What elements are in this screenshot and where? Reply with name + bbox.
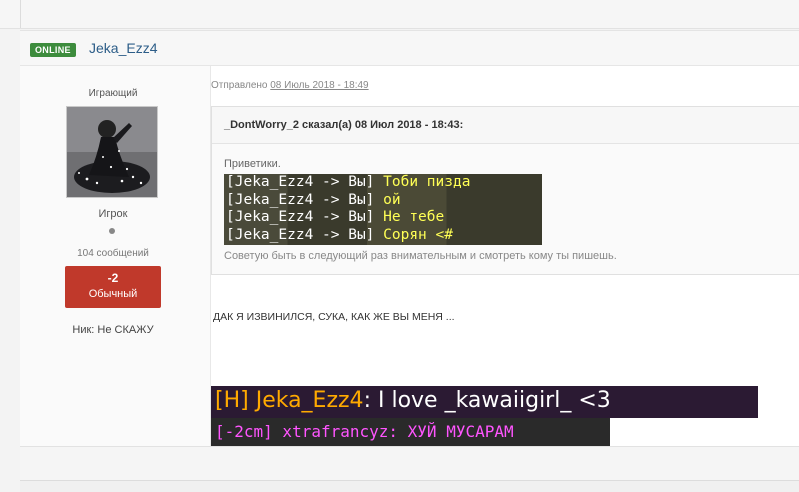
post-header: ONLINE Jeka_Ezz4 bbox=[20, 31, 799, 66]
avatar-figure-icon bbox=[67, 107, 157, 197]
divider bbox=[20, 0, 21, 28]
user-group: Игрок bbox=[98, 208, 128, 220]
quote-header: _DontWorry_2 сказал(а) 08 Июл 2018 - 18:… bbox=[212, 107, 799, 144]
chat-prefix: [Jeka_Ezz4 -> Вы] bbox=[226, 174, 375, 190]
posted-meta: Отправлено 08 Июль 2018 - 18:49 bbox=[211, 80, 369, 91]
reputation-badge: -2 Обычный bbox=[65, 266, 161, 308]
posted-date[interactable]: 08 Июль 2018 - 18:49 bbox=[270, 80, 368, 91]
user-title: Играющий bbox=[88, 88, 138, 99]
chat-message: Тоби пизда bbox=[383, 174, 471, 190]
chat-message: ой bbox=[383, 191, 401, 208]
next-post-edge bbox=[20, 480, 799, 492]
minecraft-chat-image: [Jeka_Ezz4 -> Вы] Тоби пизда [Jeka_Ezz4 … bbox=[224, 174, 542, 245]
chat-message: I love _kawaiigirl_ <3 bbox=[377, 388, 611, 413]
nick-label: Ник: bbox=[72, 324, 95, 336]
chat-message: Сорян <# bbox=[383, 226, 453, 243]
chat-prefix: [H] Jeka_Ezz4 bbox=[215, 388, 364, 413]
reputation-label: Обычный bbox=[88, 288, 138, 300]
chat-prefix: [Jeka_Ezz4 -> Вы] bbox=[226, 191, 375, 208]
post-body-text: ДАК Я ИЗВИНИЛСЯ, СУКА, КАК ЖЕ ВЫ МЕНЯ ..… bbox=[213, 311, 455, 323]
top-bar bbox=[0, 0, 799, 29]
quote-footer: Советую быть в следующий раз внимательны… bbox=[224, 250, 617, 262]
avatar[interactable] bbox=[66, 106, 158, 198]
forum-post: ONLINE Jeka_Ezz4 Играющий Игрок 104 сооб… bbox=[20, 30, 799, 446]
status-dot-icon bbox=[109, 228, 115, 234]
posts-count: 104 сообщений bbox=[77, 248, 149, 259]
chat-message: Не тебе bbox=[383, 209, 445, 225]
online-badge: ONLINE bbox=[30, 43, 76, 57]
minecraft-chat-image-3: [-2cm] xtrafrancyz: ХУЙ МУСАРАМ bbox=[211, 418, 610, 446]
chat-line: [Jeka_Ezz4 -> Вы] ой bbox=[226, 192, 401, 209]
chat-line: [Jeka_Ezz4 -> Вы] Тоби пизда bbox=[226, 174, 470, 191]
nick-info: Ник: Не СКАЖУ bbox=[20, 324, 206, 336]
minecraft-chat-image-2: [H] Jeka_Ezz4: I love _kawaiigirl_ <3 bbox=[211, 386, 758, 418]
nick-value: Не СКАЖУ bbox=[97, 324, 154, 336]
user-info-panel: Играющий Игрок 104 сообщений -2 Обычный bbox=[20, 66, 206, 446]
chat-prefix: [Jeka_Ezz4 -> Вы] bbox=[226, 209, 375, 225]
quote-block: _DontWorry_2 сказал(а) 08 Июл 2018 - 18:… bbox=[211, 106, 799, 275]
quote-greeting: Приветики. bbox=[224, 158, 281, 170]
quote-citation: _DontWorry_2 сказал(а) 08 Июл 2018 - 18:… bbox=[224, 119, 464, 131]
chat-prefix: [Jeka_Ezz4 -> Вы] bbox=[226, 226, 375, 243]
chat-line: [Jeka_Ezz4 -> Вы] Не тебе bbox=[226, 209, 444, 226]
chat-line: [H] Jeka_Ezz4: I love _kawaiigirl_ <3 bbox=[215, 388, 611, 413]
posted-prefix: Отправлено bbox=[211, 80, 268, 91]
author-link[interactable]: Jeka_Ezz4 bbox=[89, 40, 157, 56]
chat-line: [Jeka_Ezz4 -> Вы] Сорян <# bbox=[226, 227, 453, 244]
reputation-value: -2 bbox=[107, 271, 119, 285]
chat-message: [-2cm] xtrafrancyz: ХУЙ МУСАРАМ bbox=[215, 422, 514, 441]
post-content: Отправлено 08 Июль 2018 - 18:49 _DontWor… bbox=[210, 66, 799, 446]
post-footer-bar bbox=[20, 446, 799, 480]
chat-line: [-2cm] xtrafrancyz: ХУЙ МУСАРАМ bbox=[215, 422, 514, 441]
